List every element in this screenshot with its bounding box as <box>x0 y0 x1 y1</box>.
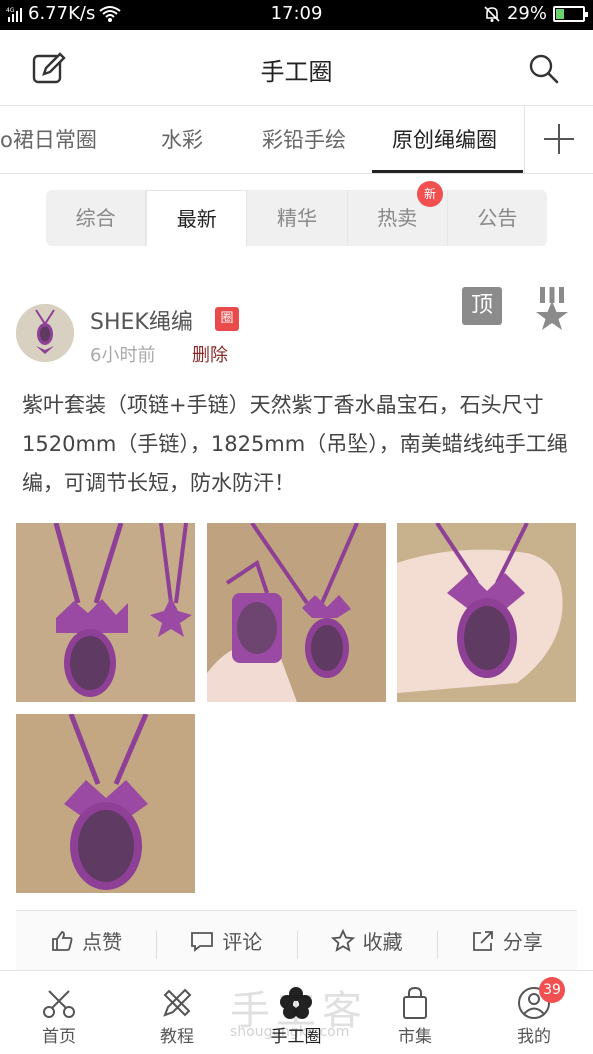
tab-watercolor[interactable]: 水彩 <box>161 124 203 154</box>
watermark-url: shougongke.com <box>230 1024 350 1040</box>
nav-tutorial-label: 教程 <box>160 1027 194 1047</box>
post-photo-1[interactable] <box>16 523 195 702</box>
shopping-bag-icon <box>403 986 427 1019</box>
tab-colored-pencil[interactable]: 彩铅手绘 <box>262 124 346 154</box>
post-photo-4[interactable] <box>16 714 195 893</box>
search-icon[interactable] <box>527 52 561 86</box>
medal-icon[interactable] <box>533 287 571 331</box>
nav-home[interactable]: 首页 <box>0 971 118 1054</box>
share-icon <box>472 930 493 951</box>
pin-top-button[interactable]: 顶 <box>462 287 502 325</box>
comment-label: 评论 <box>222 930 263 954</box>
filter-latest[interactable]: 最新 <box>146 190 248 246</box>
channel-tabs: o裙日常圈 水彩 彩铅手绘 原创绳编圈 <box>0 106 593 174</box>
plus-icon <box>544 124 574 154</box>
tab-original-macrame[interactable]: 原创绳编圈 <box>392 124 497 154</box>
nav-home-label: 首页 <box>42 1027 76 1047</box>
favorite-button[interactable]: 收藏 <box>296 911 437 970</box>
filter-segments: 综合 最新 精华 热卖 公告 <box>46 190 547 246</box>
filter-comprehensive[interactable]: 综合 <box>46 190 147 246</box>
scissors-icon <box>43 990 75 1018</box>
mute-bell-icon <box>483 5 501 23</box>
like-button[interactable]: 点赞 <box>16 911 156 970</box>
add-channel-button[interactable] <box>524 106 593 173</box>
nav-market-label: 市集 <box>398 1027 432 1047</box>
comment-button[interactable]: 评论 <box>156 911 296 970</box>
profile-notification-badge: 39 <box>539 977 565 1003</box>
favorite-label: 收藏 <box>362 930 403 954</box>
post-action-bar: 点赞 评论 收藏 分享 <box>16 910 577 970</box>
battery-icon <box>553 5 588 22</box>
avatar[interactable] <box>16 304 74 362</box>
nav-profile-label: 我的 <box>517 1027 551 1047</box>
post-content: 紫叶套装（项链+手链）天然紫丁香水晶宝石，石头尺寸1520mm（手链），1825… <box>22 393 568 495</box>
share-label: 分享 <box>502 930 543 954</box>
nav-tutorial[interactable]: 教程 <box>118 971 236 1054</box>
comment-icon <box>191 931 214 952</box>
post-photo-2[interactable] <box>207 523 386 702</box>
thumbs-up-icon <box>52 930 73 951</box>
nav-market[interactable]: 市集 <box>356 971 474 1054</box>
app-header: 手工圈 <box>0 30 593 106</box>
filter-announcement[interactable]: 公告 <box>448 190 547 246</box>
tab-dress-daily[interactable]: o裙日常圈 <box>0 124 97 154</box>
star-icon <box>330 928 355 952</box>
battery-percent: 29% <box>506 3 547 24</box>
page-title: 手工圈 <box>260 58 333 86</box>
filter-featured[interactable]: 精华 <box>247 190 348 246</box>
active-tab-underline <box>372 170 523 173</box>
nav-profile[interactable]: 我的 <box>475 971 593 1054</box>
new-badge: 新 <box>417 181 443 207</box>
post-photo-3[interactable] <box>397 523 576 702</box>
post-time: 6小时前 <box>90 345 156 366</box>
status-bar: 4G 6.77K/s 17:09 29% <box>0 0 593 30</box>
circle-badge: 圈 <box>215 307 239 331</box>
post-username[interactable]: SHEK绳编 <box>90 304 193 336</box>
delete-button[interactable]: 删除 <box>192 341 228 367</box>
pencil-ruler-icon <box>163 988 192 1017</box>
like-label: 点赞 <box>82 930 123 954</box>
share-button[interactable]: 分享 <box>436 911 577 970</box>
